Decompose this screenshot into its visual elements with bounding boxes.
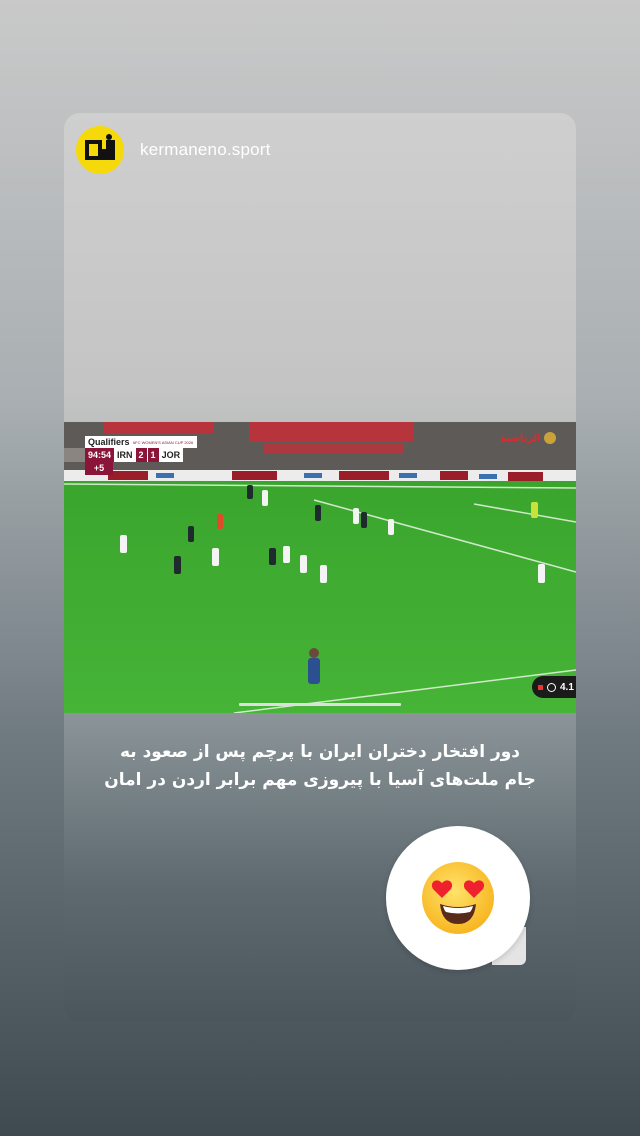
match-video[interactable]: Qualifiers AFC WOMEN'S ASIAN CUP 2026 94… [64, 422, 576, 713]
home-team: IRN [114, 448, 136, 462]
away-score: 1 [146, 448, 159, 462]
channel-emblem-icon [543, 432, 556, 444]
channel-logo-text: الرياضية [500, 432, 541, 444]
story-card[interactable]: kermaneno.sport Qualifiers AFC WOMEN'S A… [64, 113, 576, 1022]
caption-line-1: دور افتخار دختران ایران با پرچم پس از صع… [119, 742, 521, 762]
live-viewers-pill: 4.1 [532, 676, 576, 698]
away-team: JOR [158, 448, 184, 462]
caption-line-2: جام ملت‌های آسیا با پیروزی مهم برابر ارد… [104, 770, 536, 790]
story-header: kermaneno.sport [76, 125, 271, 175]
account-username[interactable]: kermaneno.sport [140, 140, 271, 160]
viewer-count: 4.1 [560, 681, 574, 693]
heart-eyes-emoji-icon [422, 862, 494, 934]
scoreboard: Qualifiers AFC WOMEN'S ASIAN CUP 2026 94… [85, 436, 197, 475]
scoreboard-stage: Qualifiers [88, 437, 130, 447]
home-score: 2 [135, 448, 147, 462]
channel-logo: الرياضية [500, 432, 556, 444]
live-dot-icon [538, 684, 543, 690]
account-avatar[interactable] [76, 126, 124, 174]
emoji-reaction-sticker[interactable] [386, 826, 530, 970]
scoreboard-competition: AFC WOMEN'S ASIAN CUP 2026 [132, 439, 194, 445]
story-caption: دور افتخار دختران ایران با پرچم پس از صع… [64, 738, 576, 794]
avatar-logo-icon [85, 134, 115, 160]
viewer-person-icon [547, 682, 556, 692]
match-clock: 94:54 [85, 448, 115, 462]
added-time: +5 [85, 462, 113, 475]
